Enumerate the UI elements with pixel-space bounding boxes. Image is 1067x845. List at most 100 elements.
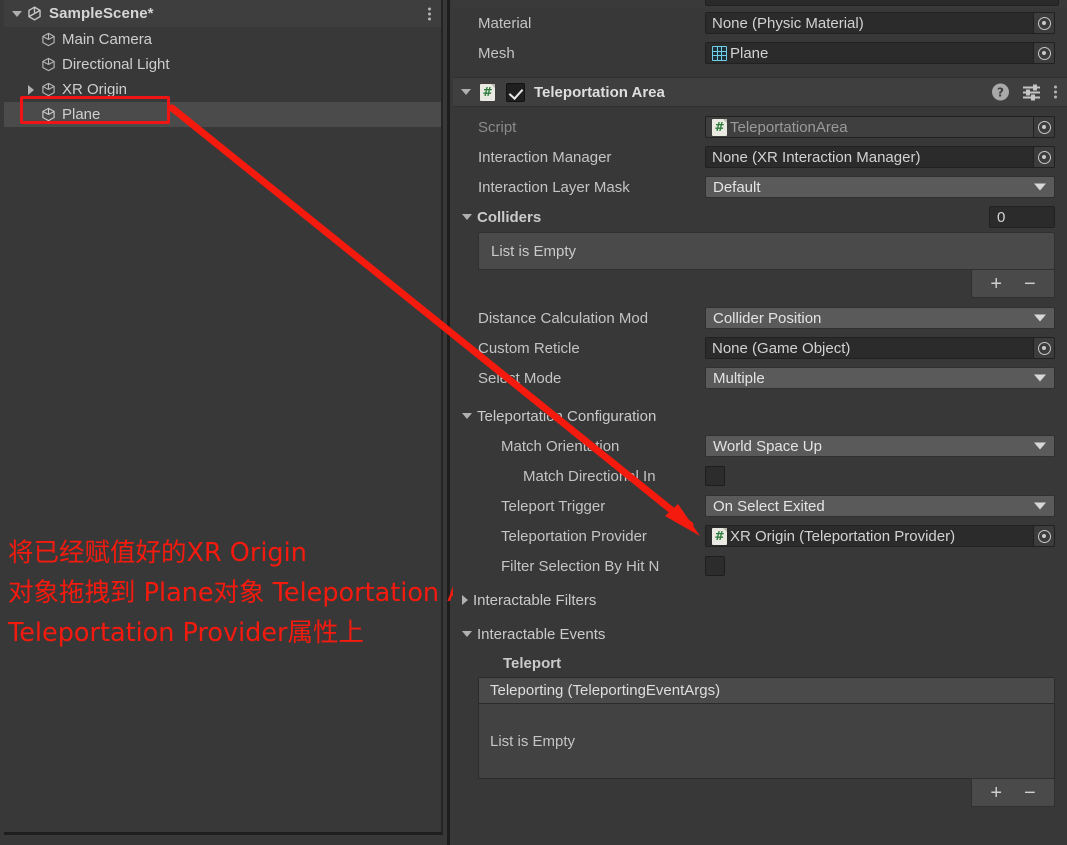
teleport-config-label: Teleportation Configuration xyxy=(477,407,657,425)
kebab-menu-icon[interactable] xyxy=(428,7,431,20)
section-interactable-events[interactable]: Interactable Events xyxy=(453,619,1067,649)
field-label: Filter Selection By Hit N xyxy=(501,557,660,575)
gameobject-cube-icon xyxy=(40,106,57,123)
interactable-filters-label: Interactable Filters xyxy=(473,591,597,609)
mesh-object-field[interactable]: Plane xyxy=(705,42,1055,64)
field-label: Teleportation Provider xyxy=(501,527,647,545)
teleporting-event-box: Teleporting (TeleportingEventArgs) List … xyxy=(478,677,1055,779)
scene-header-row[interactable]: SampleScene* xyxy=(4,0,441,27)
dropdown-value: Default xyxy=(713,178,761,196)
object-picker-button[interactable] xyxy=(1033,42,1055,64)
hierarchy-item-label: XR Origin xyxy=(62,81,128,98)
gameobject-cube-icon xyxy=(40,81,57,98)
events-list-footer: + − xyxy=(478,778,1055,809)
custom-reticle-object-field[interactable]: None (Game Object) xyxy=(705,337,1055,359)
interactable-events-label: Interactable Events xyxy=(477,625,606,643)
component-header-teleportation-area[interactable]: # Teleportation Area ? xyxy=(453,77,1067,107)
object-field-value: TeleportationArea xyxy=(730,118,848,136)
dropdown-box[interactable]: On Select Exited xyxy=(705,495,1055,517)
hierarchy-item-xr-origin[interactable]: XR Origin xyxy=(4,77,441,102)
component-foldout-icon[interactable] xyxy=(461,89,471,95)
row-filter-selection-by-hit-normal: Filter Selection By Hit N xyxy=(453,551,1067,581)
script-hash-icon: # xyxy=(712,118,727,136)
object-picker-button[interactable] xyxy=(1033,525,1055,547)
dropdown-value: On Select Exited xyxy=(713,497,825,515)
dropdown-box[interactable]: Multiple xyxy=(705,367,1055,389)
unity-logo-icon xyxy=(28,6,41,21)
expand-arrow-slot[interactable] xyxy=(22,84,40,95)
object-picker-button[interactable] xyxy=(1033,146,1055,168)
scene-foldout-icon[interactable] xyxy=(12,10,22,17)
dropdown-box[interactable]: Default xyxy=(705,176,1055,198)
match-orientation-dropdown[interactable]: World Space Up xyxy=(705,435,1055,457)
remove-event-button[interactable]: − xyxy=(1024,783,1036,803)
inspector-panel: Material None (Physic Material) Mesh Pla… xyxy=(453,0,1067,845)
field-label: Match Orientation xyxy=(501,437,620,455)
dropdown-box[interactable]: World Space Up xyxy=(705,435,1055,457)
scene-unity-icon xyxy=(26,5,43,22)
filter-selection-by-hit-normal-checkbox[interactable] xyxy=(705,556,725,576)
script-hash-icon: # xyxy=(480,83,495,101)
preset-sliders-icon[interactable] xyxy=(1023,84,1040,100)
kebab-menu-icon[interactable] xyxy=(1054,85,1057,99)
teleport-trigger-dropdown[interactable]: On Select Exited xyxy=(705,495,1055,517)
chevron-down-icon xyxy=(1034,314,1046,322)
interactable-events-foldout-icon[interactable] xyxy=(462,631,472,637)
match-directional-input-checkbox[interactable] xyxy=(705,466,725,486)
field-label: Mesh xyxy=(478,44,515,62)
help-icon[interactable]: ? xyxy=(992,83,1009,101)
hierarchy-item-label: Directional Light xyxy=(62,56,170,73)
material-object-field[interactable]: None (Physic Material) xyxy=(705,12,1055,34)
teleportation-provider-object-field[interactable]: # XR Origin (Teleportation Provider) xyxy=(705,525,1055,547)
section-colliders[interactable]: Colliders 0 xyxy=(453,202,1067,232)
dropdown-box[interactable]: Collider Position xyxy=(705,307,1055,329)
colliders-list-empty: List is Empty xyxy=(478,232,1055,270)
section-interactable-filters[interactable]: Interactable Filters xyxy=(453,585,1067,615)
interaction-layer-mask-dropdown[interactable]: Default xyxy=(705,176,1055,198)
row-teleport-trigger: Teleport Trigger On Select Exited xyxy=(453,491,1067,521)
row-match-directional-input: Match Directional In xyxy=(453,461,1067,491)
row-select-mode: Select Mode Multiple xyxy=(453,363,1067,393)
distance-calculation-mode-dropdown[interactable]: Collider Position xyxy=(705,307,1055,329)
interaction-manager-object-field[interactable]: None (XR Interaction Manager) xyxy=(705,146,1055,168)
add-event-button[interactable]: + xyxy=(990,783,1002,803)
row-script: Script # TeleportationArea xyxy=(453,112,1067,142)
hierarchy-item-plane[interactable]: Plane xyxy=(4,102,441,127)
row-mesh: Mesh Plane xyxy=(453,38,1067,68)
mesh-icon xyxy=(712,45,727,61)
object-field-value[interactable]: None (Physic Material) xyxy=(705,12,1055,34)
object-picker-button[interactable] xyxy=(1033,337,1055,359)
section-teleportation-configuration[interactable]: Teleportation Configuration xyxy=(453,401,1067,431)
teleport-config-foldout-icon[interactable] xyxy=(462,413,472,419)
object-field-value[interactable]: None (XR Interaction Manager) xyxy=(705,146,1055,168)
object-picker-button[interactable] xyxy=(1033,12,1055,34)
component-enabled-checkbox[interactable] xyxy=(506,82,525,102)
unity-editor-window: SampleScene* Main Camera Directional Lig… xyxy=(0,0,1067,845)
hierarchy-item-directional-light[interactable]: Directional Light xyxy=(4,52,441,77)
object-field-box[interactable]: Plane xyxy=(705,42,1055,64)
colliders-size-field[interactable]: 0 xyxy=(989,206,1055,228)
chevron-right-icon[interactable] xyxy=(28,84,34,95)
object-field-value[interactable]: None (Game Object) xyxy=(705,337,1055,359)
row-teleportation-provider: Teleportation Provider # XR Origin (Tele… xyxy=(453,521,1067,551)
events-group-teleport: Teleport xyxy=(453,649,1067,677)
hierarchy-list: Main Camera Directional Light XR Origin … xyxy=(4,27,441,127)
colliders-label: Colliders xyxy=(477,208,542,226)
chevron-down-icon xyxy=(1034,442,1046,450)
remove-collider-button[interactable]: − xyxy=(1024,274,1036,294)
hierarchy-item-main-camera[interactable]: Main Camera xyxy=(4,27,441,52)
colliders-foldout-icon[interactable] xyxy=(462,214,472,220)
object-field-value: Plane xyxy=(730,44,769,62)
event-list-empty: List is Empty xyxy=(490,732,576,750)
object-field-box[interactable]: # XR Origin (Teleportation Provider) xyxy=(705,525,1055,547)
component-header-icons: ? xyxy=(992,83,1057,101)
interactable-filters-foldout-icon[interactable] xyxy=(462,595,468,605)
add-collider-button[interactable]: + xyxy=(990,274,1002,294)
script-hash-icon: # xyxy=(712,527,727,545)
component-title-label: Teleportation Area xyxy=(534,83,665,101)
hierarchy-item-label: Main Camera xyxy=(62,31,153,48)
clipped-field xyxy=(705,0,1059,6)
field-label: Distance Calculation Mod xyxy=(478,309,649,327)
select-mode-dropdown[interactable]: Multiple xyxy=(705,367,1055,389)
